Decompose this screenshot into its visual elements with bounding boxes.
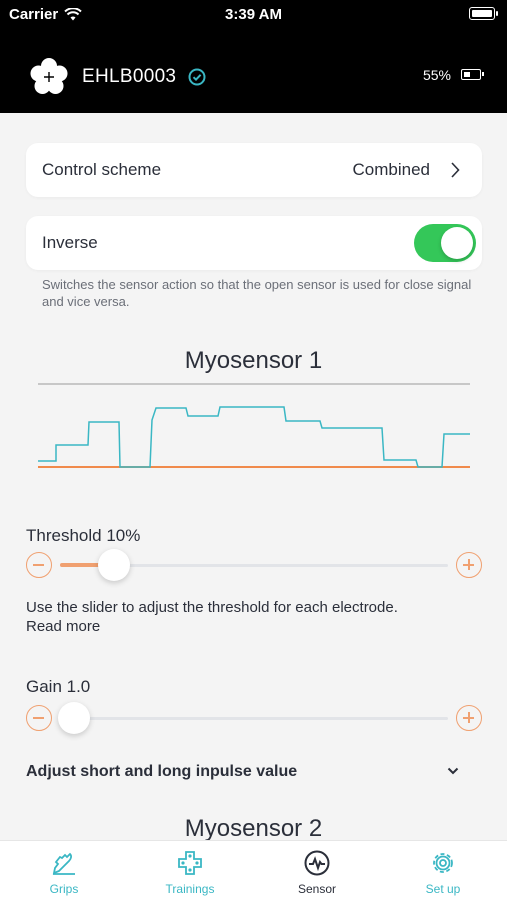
gamepad-icon bbox=[178, 851, 202, 875]
control-scheme-row[interactable]: Control scheme Combined bbox=[26, 143, 482, 197]
gain-decrease-button[interactable] bbox=[26, 705, 52, 731]
status-bar: Carrier 3:39 AM bbox=[0, 0, 507, 30]
tab-label: Set up bbox=[425, 882, 461, 896]
tab-setup[interactable]: Set up bbox=[393, 849, 493, 896]
chevron-down-icon[interactable] bbox=[447, 767, 459, 775]
status-time: 3:39 AM bbox=[225, 6, 282, 23]
threshold-increase-button[interactable] bbox=[456, 552, 482, 578]
read-more-link[interactable]: Read more bbox=[26, 618, 100, 635]
tab-trainings[interactable]: Trainings bbox=[140, 849, 240, 896]
header-bar: Carrier 3:39 AM EHLB0003 55% bbox=[0, 0, 507, 113]
impulse-expander[interactable]: Adjust short and long inpulse value bbox=[26, 763, 466, 781]
threshold-decrease-button[interactable] bbox=[26, 552, 52, 578]
threshold-label: Threshold 10% bbox=[26, 526, 141, 545]
toggle-knob bbox=[441, 227, 473, 259]
sensor1-signal-graph bbox=[38, 383, 470, 468]
control-scheme-label: Control scheme bbox=[42, 160, 162, 179]
gear-icon bbox=[433, 853, 453, 873]
device-battery-percent: 55% bbox=[422, 67, 451, 83]
device-info[interactable]: EHLB0003 bbox=[28, 56, 206, 98]
gain-label: Gain 1.0 bbox=[26, 677, 91, 696]
verified-check-icon bbox=[188, 68, 206, 86]
flower-logo-icon bbox=[30, 58, 68, 94]
device-name: EHLB0003 bbox=[82, 66, 177, 87]
threshold-slider[interactable] bbox=[24, 549, 484, 581]
inverse-hint: Switches the sensor action so that the o… bbox=[42, 277, 472, 309]
inverse-toggle[interactable] bbox=[414, 224, 476, 262]
sensor2-title: Myosensor 2 bbox=[184, 815, 323, 840]
threshold-description: Use the slider to adjust the threshold f… bbox=[26, 599, 398, 616]
tab-bar: Grips Trainings Sensor Set up bbox=[0, 840, 507, 900]
tab-label: Sensor bbox=[297, 882, 337, 896]
gain-increase-button[interactable] bbox=[456, 705, 482, 731]
control-scheme-value: Combined bbox=[352, 160, 431, 179]
threshold-thumb[interactable] bbox=[98, 549, 131, 581]
settings-content[interactable]: Control scheme Combined Inverse Switches… bbox=[0, 113, 507, 840]
pulse-icon bbox=[304, 850, 330, 876]
gain-track[interactable] bbox=[60, 717, 448, 720]
tab-grips[interactable]: Grips bbox=[14, 849, 114, 896]
tab-label: Grips bbox=[49, 882, 79, 896]
sensor1-title: Myosensor 1 bbox=[184, 347, 323, 374]
gain-slider[interactable] bbox=[24, 702, 484, 734]
device-battery-icon bbox=[461, 69, 484, 80]
tab-label: Trainings bbox=[165, 882, 215, 896]
chevron-right-icon bbox=[451, 162, 460, 178]
gain-thumb[interactable] bbox=[58, 702, 90, 734]
signal-trace bbox=[38, 406, 470, 468]
tab-sensor[interactable]: Sensor bbox=[267, 849, 367, 896]
system-battery-icon bbox=[469, 7, 498, 20]
inverse-label: Inverse bbox=[42, 233, 98, 252]
inverse-row: Inverse bbox=[26, 216, 482, 270]
grip-hand-icon bbox=[52, 852, 75, 875]
